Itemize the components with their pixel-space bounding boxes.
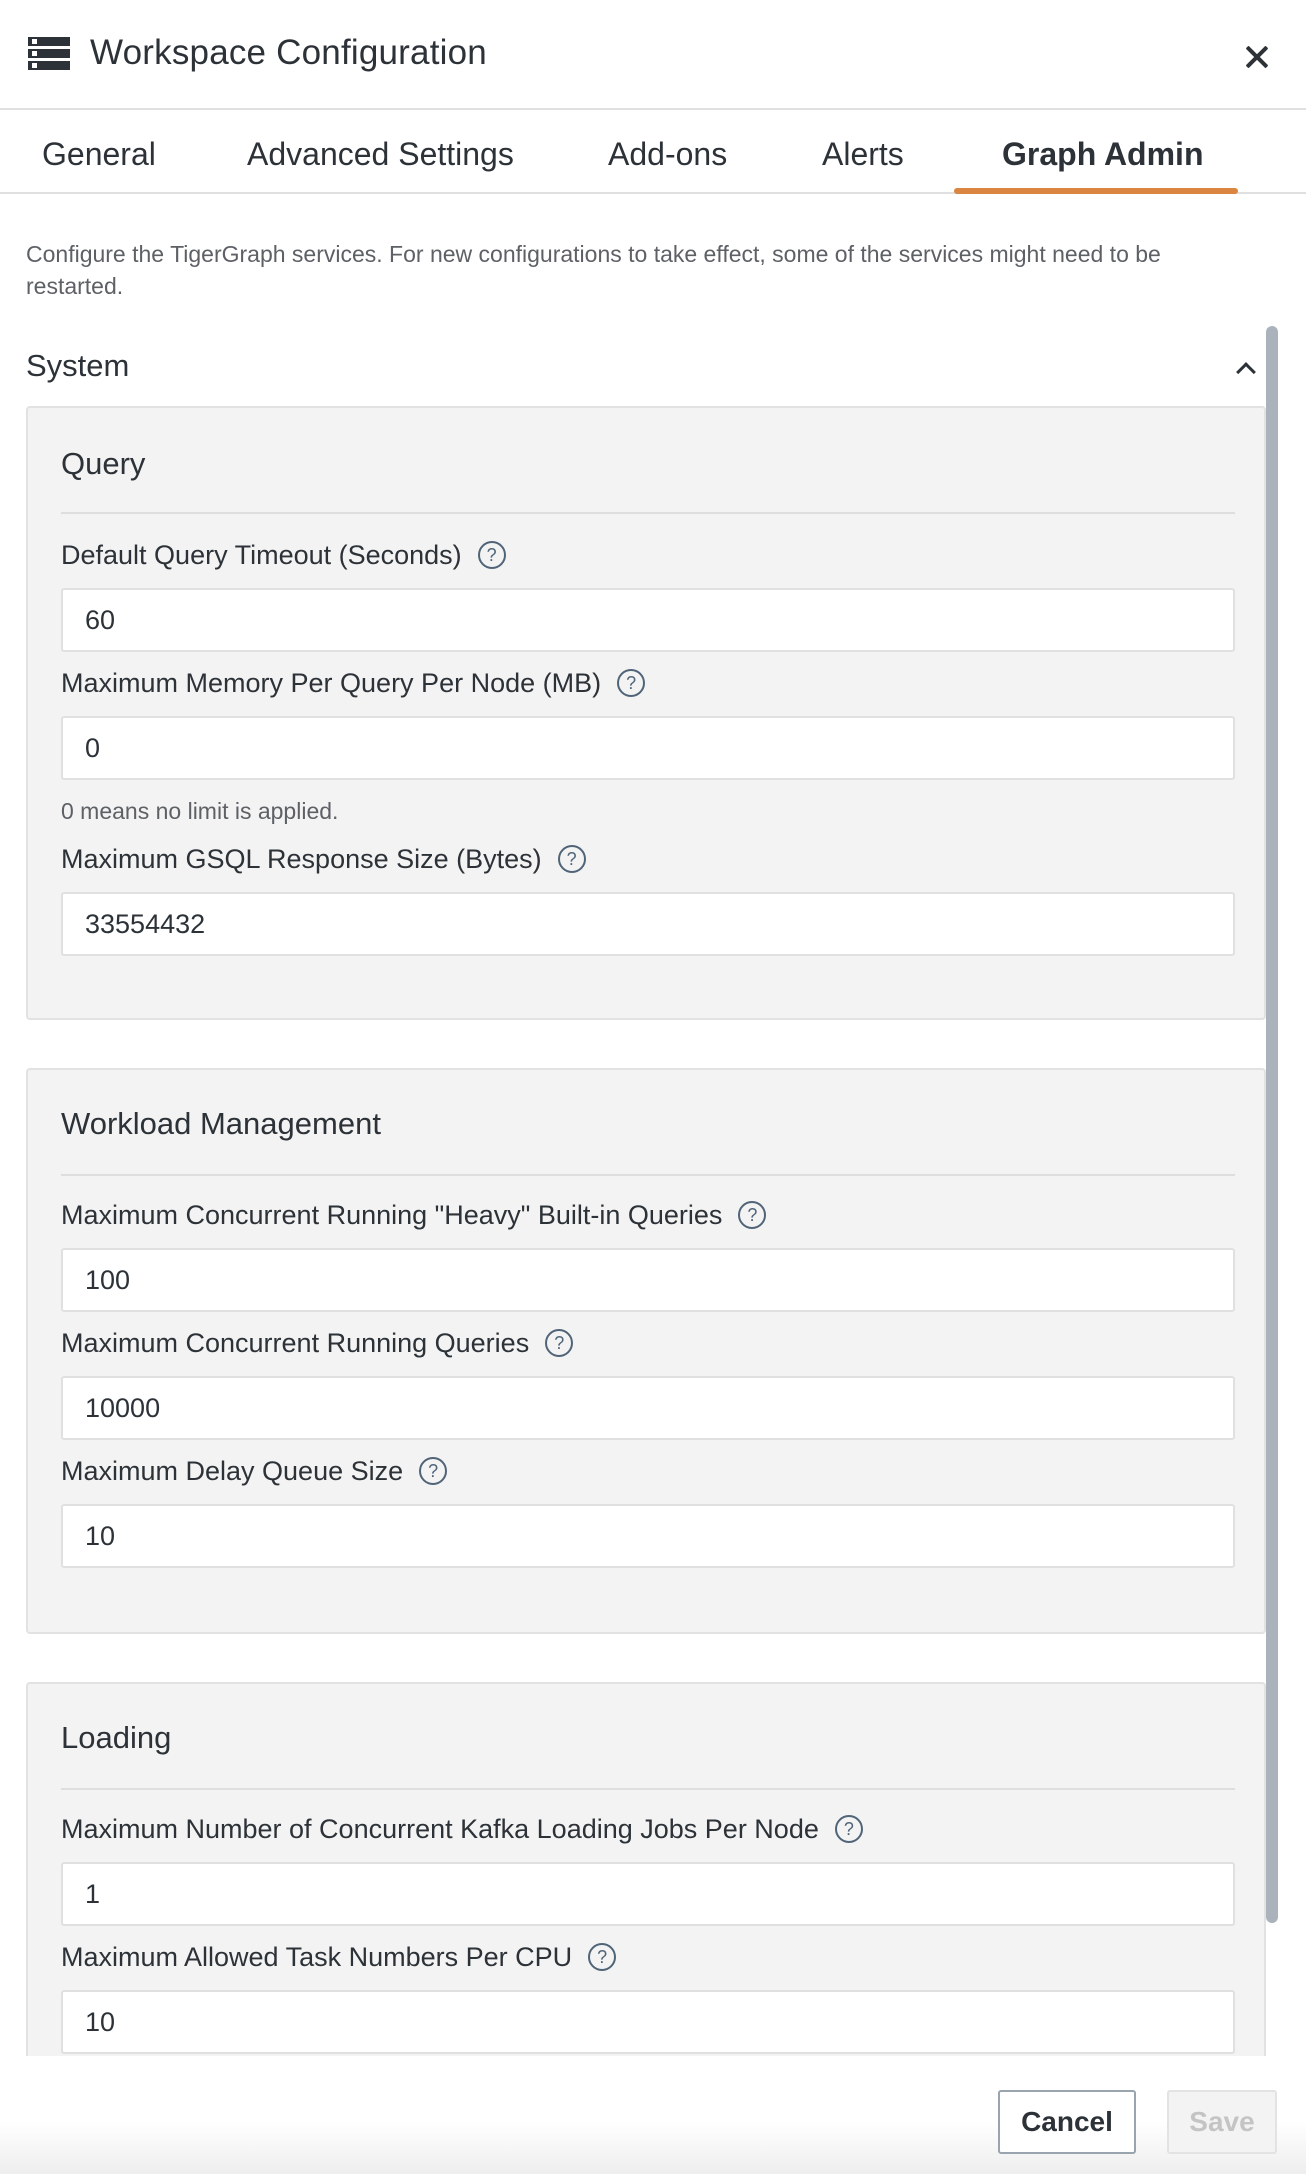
panel-title: Query	[61, 446, 146, 481]
max-task-numbers-per-cpu-input[interactable]	[61, 1990, 1235, 2054]
help-icon[interactable]: ?	[419, 1456, 448, 1485]
max-concurrent-queries-input[interactable]	[61, 1376, 1235, 1440]
dialog-footer: Cancel Save	[0, 2056, 1306, 2174]
active-tab-indicator	[954, 188, 1238, 194]
tab-bar: General Advanced Settings Add-ons Alerts…	[0, 112, 1306, 194]
help-icon[interactable]: ?	[557, 844, 586, 873]
max-heavy-builtin-queries-input[interactable]	[61, 1248, 1235, 1312]
scrollbar-thumb[interactable]	[1266, 326, 1278, 1923]
field-label: Default Query Timeout (Seconds)?	[61, 538, 506, 572]
max-memory-per-query-input[interactable]	[61, 716, 1235, 780]
default-query-timeout-input[interactable]	[61, 588, 1235, 652]
panel-workload-management: Workload Management Maximum Concurrent R…	[26, 1068, 1266, 1634]
tab-graph-admin[interactable]: Graph Admin	[1002, 134, 1203, 174]
panel-loading: Loading Maximum Number of Concurrent Kaf…	[26, 1682, 1266, 2102]
field-label: Maximum Number of Concurrent Kafka Loadi…	[61, 1812, 863, 1846]
tab-advanced-settings[interactable]: Advanced Settings	[247, 134, 514, 174]
tab-alerts[interactable]: Alerts	[822, 134, 904, 174]
field-label: Maximum Concurrent Running Queries?	[61, 1326, 574, 1360]
divider	[61, 1174, 1235, 1176]
divider	[61, 1788, 1235, 1790]
help-icon[interactable]: ?	[617, 668, 646, 697]
field-label: Maximum Allowed Task Numbers Per CPU?	[61, 1940, 617, 1974]
help-icon[interactable]: ?	[738, 1200, 767, 1229]
max-kafka-loading-jobs-input[interactable]	[61, 1862, 1235, 1926]
help-icon[interactable]: ?	[545, 1328, 574, 1357]
help-icon[interactable]: ?	[477, 540, 506, 569]
scrollbar[interactable]	[1266, 326, 1278, 2056]
field-label: Maximum GSQL Response Size (Bytes)?	[61, 842, 586, 876]
tab-general[interactable]: General	[42, 134, 156, 174]
chevron-up-icon[interactable]	[1236, 358, 1254, 376]
divider	[61, 512, 1235, 514]
section-title: System	[26, 348, 130, 383]
dialog-title: Workspace Configuration	[90, 33, 487, 72]
panel-title: Loading	[61, 1720, 172, 1755]
close-icon[interactable]	[1240, 40, 1274, 74]
panel-title: Workload Management	[61, 1106, 381, 1141]
dialog-header: Workspace Configuration	[0, 0, 1306, 110]
help-icon[interactable]: ?	[588, 1942, 617, 1971]
max-delay-queue-size-input[interactable]	[61, 1504, 1235, 1568]
section-header-system[interactable]: System	[26, 346, 1266, 386]
panel-query: Query Default Query Timeout (Seconds)? M…	[26, 406, 1266, 1020]
cancel-button[interactable]: Cancel	[998, 2090, 1136, 2154]
field-label: Maximum Memory Per Query Per Node (MB)?	[61, 666, 646, 700]
intro-description: Configure the TigerGraph services. For n…	[26, 241, 1161, 299]
field-label: Maximum Delay Queue Size?	[61, 1454, 448, 1488]
server-stack-icon	[28, 37, 70, 71]
field-hint: 0 means no limit is applied.	[61, 798, 339, 824]
save-button[interactable]: Save	[1167, 2090, 1277, 2154]
max-gsql-response-size-input[interactable]	[61, 892, 1235, 956]
field-label: Maximum Concurrent Running "Heavy" Built…	[61, 1198, 767, 1232]
tab-add-ons[interactable]: Add-ons	[608, 134, 727, 174]
help-icon[interactable]: ?	[834, 1814, 863, 1843]
